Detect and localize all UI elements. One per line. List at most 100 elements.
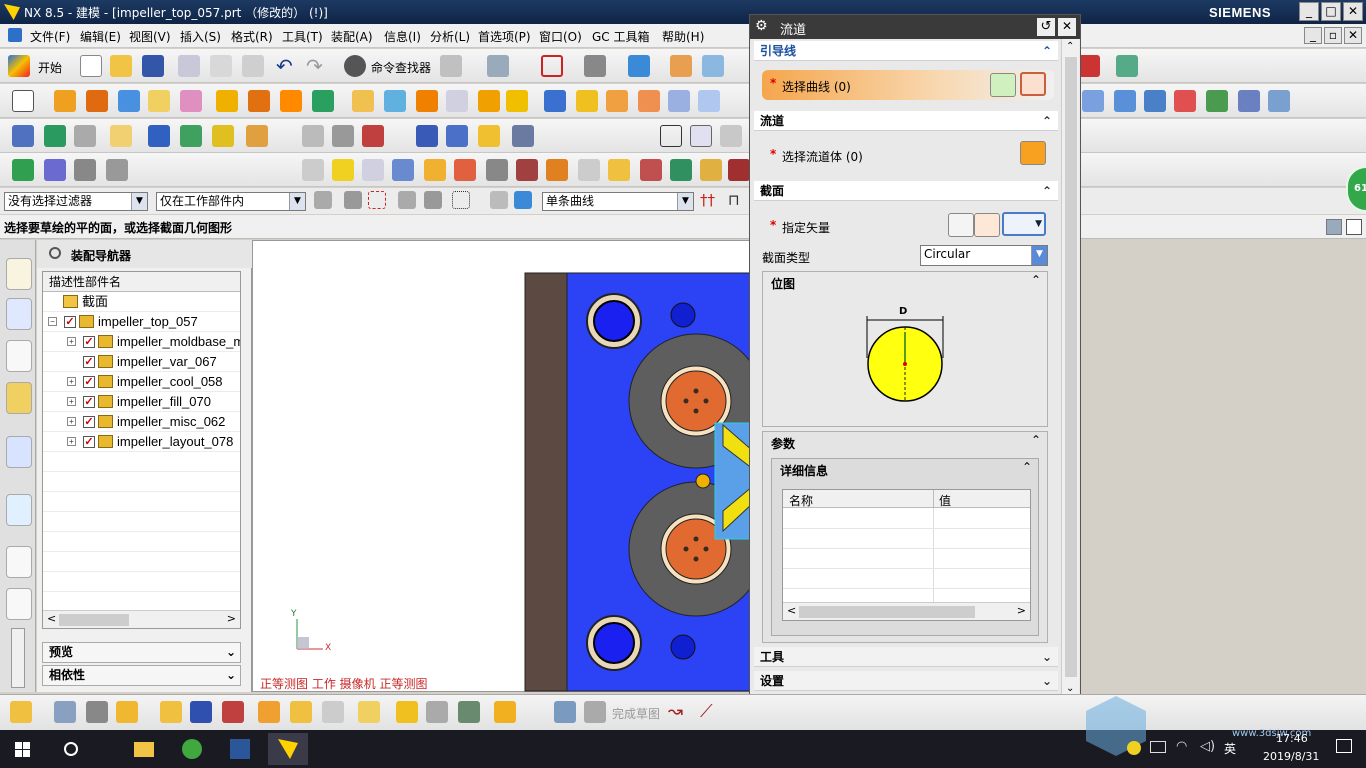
settings-section-header[interactable]: 设置 ⌄: [754, 671, 1058, 691]
slider-icon[interactable]: [416, 90, 438, 112]
visibility-checkbox[interactable]: ✓: [83, 416, 95, 428]
wrench-icon[interactable]: [516, 159, 538, 181]
wcs-icon[interactable]: [702, 55, 724, 77]
shrinkage-icon[interactable]: [118, 90, 140, 112]
flow-icon[interactable]: [1206, 90, 1228, 112]
menu-file[interactable]: 文件(F): [30, 28, 70, 45]
gate-icon[interactable]: [478, 90, 500, 112]
report-icon[interactable]: [578, 159, 600, 181]
scroll-left-icon[interactable]: <: [47, 612, 56, 625]
moldbase-icon[interactable]: [312, 90, 334, 112]
endpoint-icon[interactable]: [398, 191, 416, 209]
menu-edit[interactable]: 编辑(E): [80, 28, 121, 45]
pin-icon[interactable]: [49, 247, 61, 259]
fullscreen-icon[interactable]: [1346, 219, 1362, 235]
wave-link-icon[interactable]: [358, 701, 380, 723]
bom-icon[interactable]: [668, 90, 690, 112]
section-type-select[interactable]: Circular ▼: [920, 245, 1048, 266]
user-icon[interactable]: [700, 159, 722, 181]
web-browser-tab[interactable]: [6, 494, 32, 526]
save-icon[interactable]: [142, 55, 164, 77]
snap-icon[interactable]: [440, 55, 462, 77]
blend-icon[interactable]: [1238, 90, 1260, 112]
tree-row-child[interactable]: + ✓ impeller_cool_058: [43, 372, 240, 392]
gear-icon[interactable]: ⚙: [755, 18, 768, 34]
tree-row-top[interactable]: − ✓ impeller_top_057: [43, 312, 240, 332]
move-icon[interactable]: [392, 159, 414, 181]
runner-section-header[interactable]: 流道 ⌃: [754, 111, 1058, 131]
specify-vector-row[interactable]: * 指定矢量 ▼: [762, 211, 1054, 239]
scroll-up-icon[interactable]: ⌃: [1066, 41, 1074, 52]
scroll-right-icon[interactable]: >: [227, 612, 236, 625]
dimension-icon[interactable]: [1116, 55, 1138, 77]
database-icon[interactable]: [74, 125, 96, 147]
patch-icon[interactable]: [248, 90, 270, 112]
view-cube-icon[interactable]: [628, 55, 650, 77]
start-button[interactable]: 开始: [38, 59, 62, 76]
axis-icon[interactable]: [106, 159, 128, 181]
constraint-navigator-tab[interactable]: [6, 298, 32, 330]
visibility-checkbox[interactable]: ✓: [83, 376, 95, 388]
arc-icon[interactable]: ↝: [668, 701, 690, 723]
line-icon[interactable]: ⟋: [700, 701, 722, 723]
menu-insert[interactable]: 插入(S): [180, 28, 221, 45]
maximize-button[interactable]: □: [1321, 2, 1341, 21]
visibility-checkbox[interactable]: ✓: [83, 396, 95, 408]
chevron-up-icon[interactable]: ⌃: [1031, 273, 1041, 287]
assembly-tool-icon[interactable]: [10, 701, 32, 723]
array-icon[interactable]: [160, 701, 182, 723]
history-tab[interactable]: [6, 546, 32, 578]
app-menu-icon[interactable]: [8, 28, 22, 42]
visibility-checkbox[interactable]: ✓: [64, 316, 76, 328]
mold-init-icon[interactable]: [54, 90, 76, 112]
doc-icon[interactable]: [302, 159, 324, 181]
select-runner-row[interactable]: * 选择流道体 (0): [762, 139, 1054, 171]
expand-icon[interactable]: +: [67, 337, 76, 346]
explode-icon[interactable]: [290, 701, 312, 723]
connector-icon[interactable]: [608, 159, 630, 181]
expand-icon[interactable]: +: [67, 417, 76, 426]
tray-app-icon[interactable]: [1127, 741, 1141, 755]
menu-preferences[interactable]: 首选项(P): [478, 28, 531, 45]
fit-icon[interactable]: [541, 55, 563, 77]
sketch-section-icon[interactable]: [1020, 72, 1046, 96]
sketch-finish-icon[interactable]: [554, 701, 576, 723]
mesh-icon[interactable]: [1114, 90, 1136, 112]
measure-icon[interactable]: [1078, 55, 1100, 77]
curve-finder-icon[interactable]: [990, 73, 1016, 97]
horizontal-scrollbar[interactable]: < >: [43, 610, 240, 628]
reset-icon[interactable]: ↺: [1037, 18, 1055, 36]
doc-minimize-button[interactable]: _: [1304, 27, 1322, 44]
browser-icon[interactable]: [172, 733, 212, 765]
expand-icon[interactable]: +: [67, 377, 76, 386]
menu-info[interactable]: 信息(I): [384, 28, 421, 45]
tree-row-child[interactable]: + ✓ impeller_moldbase_m: [43, 332, 240, 352]
table-icon[interactable]: [690, 125, 712, 147]
vector-type-dropdown[interactable]: ▼: [1002, 212, 1046, 236]
measure-body-icon[interactable]: [332, 159, 354, 181]
follow-fillet-icon[interactable]: ⊓: [728, 191, 746, 209]
point-snap-icon[interactable]: [368, 191, 386, 209]
column-value[interactable]: 值: [939, 492, 951, 509]
resource-scroll[interactable]: [11, 628, 25, 688]
system-materials-tab[interactable]: [6, 588, 32, 620]
ring-icon[interactable]: [478, 125, 500, 147]
collapse-icon[interactable]: −: [48, 317, 57, 326]
mirror-icon[interactable]: [362, 125, 384, 147]
guide-section-header[interactable]: 引导线 ⌃: [754, 41, 1058, 61]
clamp-icon[interactable]: [486, 159, 508, 181]
workpiece-icon[interactable]: [148, 90, 170, 112]
chevron-up-icon[interactable]: ⌃: [1022, 460, 1032, 474]
link-body-icon[interactable]: [180, 125, 202, 147]
delete-icon[interactable]: [728, 159, 750, 181]
visibility-checkbox[interactable]: ✓: [83, 336, 95, 348]
tag-icon[interactable]: [110, 125, 132, 147]
part-navigator-tab[interactable]: [6, 340, 32, 372]
undo-icon[interactable]: ↶: [276, 55, 298, 77]
file-explorer-icon[interactable]: [124, 733, 164, 765]
cylinder-icon[interactable]: [416, 125, 438, 147]
standard-part-icon[interactable]: [352, 90, 374, 112]
grid-toggle-icon[interactable]: [1326, 219, 1342, 235]
cut-icon[interactable]: [178, 55, 200, 77]
network-icon[interactable]: [1150, 741, 1166, 753]
